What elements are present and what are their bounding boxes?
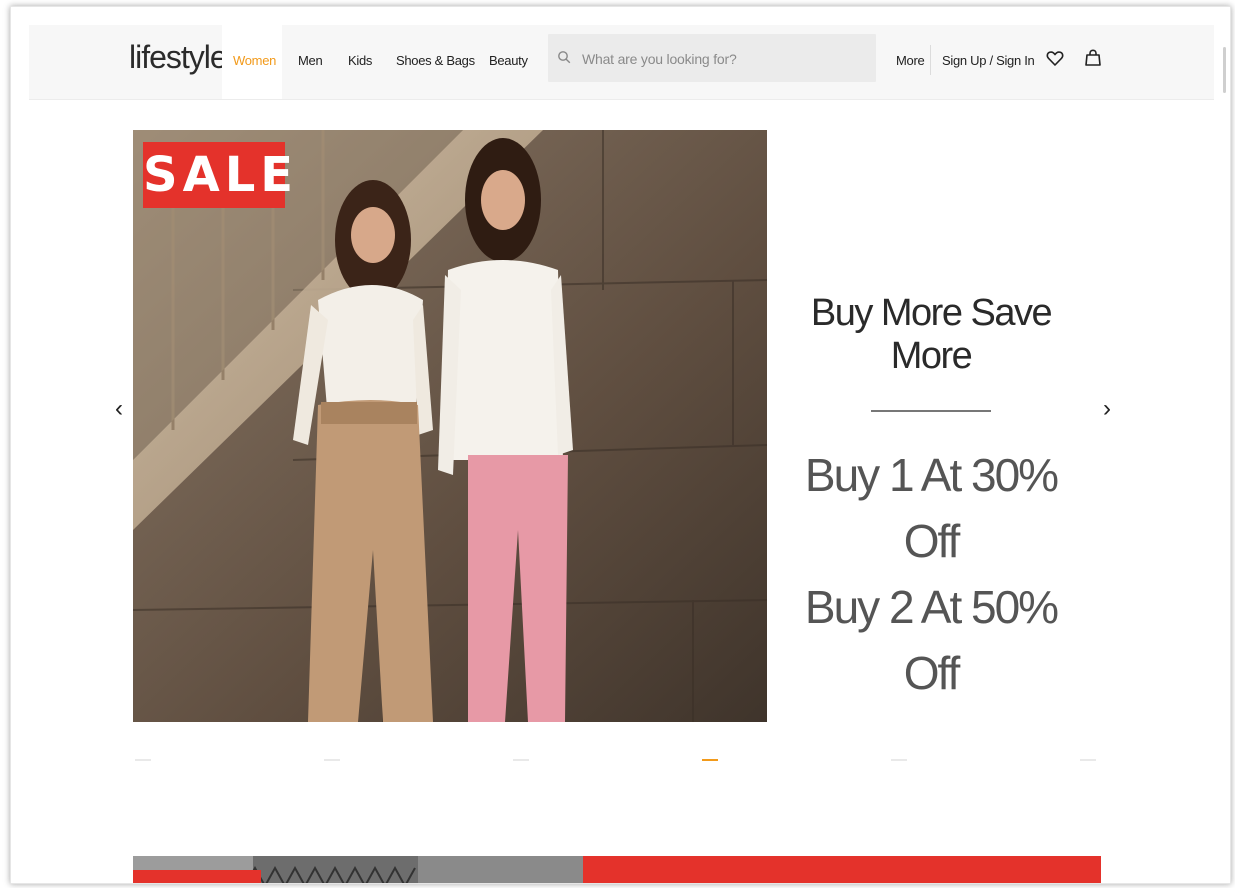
promo-title: Buy More Save More [810, 292, 1053, 377]
hero-photo-illustration [133, 130, 767, 722]
logo-text: lifestyle [129, 39, 228, 75]
search-input[interactable] [580, 34, 874, 84]
nav-item-men[interactable]: Men [298, 53, 323, 68]
sale-badge: SALE [143, 142, 293, 208]
promo-line-1: Buy 1 At 30% Off [804, 449, 1059, 567]
next-banner-illustration [133, 856, 1101, 883]
carousel-dot[interactable] [135, 759, 151, 761]
promo-line-2: Buy 2 At 50% Off [804, 581, 1059, 699]
more-menu[interactable]: More [896, 53, 925, 68]
carousel-prev-icon[interactable]: ‹ [115, 395, 123, 423]
promo-divider [871, 410, 991, 412]
signin-link[interactable]: Sign Up / Sign In [942, 53, 1035, 68]
nav-item-shoes-bags[interactable]: Shoes & Bags [396, 53, 475, 68]
next-banner-preview[interactable] [133, 856, 1101, 883]
search-icon [558, 51, 571, 64]
browser-frame: lifestyle Women Men Kids Shoes & Bags Be… [10, 6, 1231, 884]
promo-panel[interactable]: Buy More Save More Buy 1 At 30% Off Buy … [781, 292, 1081, 706]
carousel-dot[interactable] [1080, 759, 1096, 761]
nav-item-women[interactable]: Women [233, 53, 276, 68]
hero-banner-image[interactable]: SALE [133, 130, 767, 722]
carousel-next-icon[interactable]: › [1103, 395, 1111, 423]
lifestyle-logo[interactable]: lifestyle [129, 39, 228, 76]
nav-item-beauty[interactable]: Beauty [489, 53, 528, 68]
scrollbar[interactable] [1223, 47, 1226, 93]
carousel-dot[interactable] [891, 759, 907, 761]
shopping-bag-icon[interactable] [1082, 47, 1104, 69]
carousel-dot[interactable] [324, 759, 340, 761]
carousel-indicators [135, 759, 1110, 761]
search-bar[interactable] [548, 34, 876, 84]
carousel-dot[interactable] [513, 759, 529, 761]
header-divider [930, 45, 931, 75]
carousel-dot-active[interactable] [702, 759, 718, 761]
heart-icon[interactable] [1044, 47, 1066, 69]
site-header: lifestyle Women Men Kids Shoes & Bags Be… [29, 25, 1214, 100]
nav-item-kids[interactable]: Kids [348, 53, 372, 68]
